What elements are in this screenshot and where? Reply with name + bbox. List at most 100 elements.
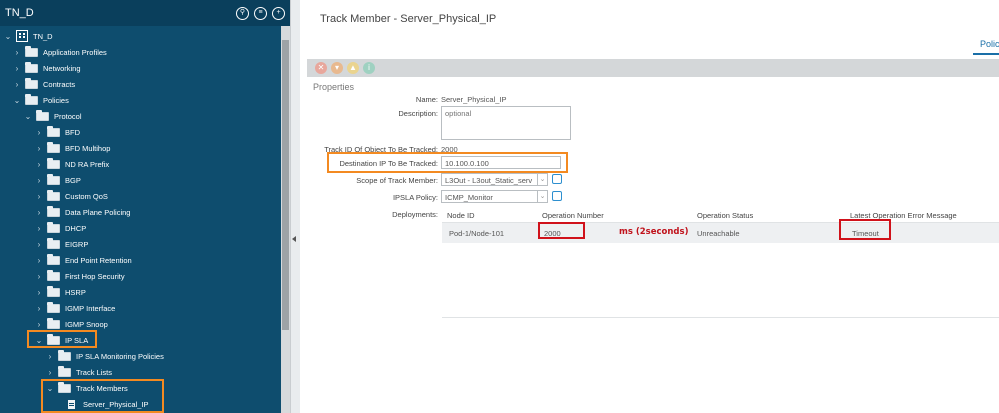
operation-number-highlight xyxy=(538,222,585,239)
folder-icon xyxy=(25,77,38,89)
close-icon[interactable]: ✕ xyxy=(315,62,327,74)
tree-item-dhcp[interactable]: › DHCP xyxy=(35,221,86,235)
folder-icon xyxy=(47,205,60,217)
chevron-right-icon[interactable]: › xyxy=(35,208,43,217)
notification-icon[interactable]: ⚲ xyxy=(236,7,249,20)
chevron-right-icon[interactable]: › xyxy=(35,192,43,201)
chevron-right-icon[interactable]: › xyxy=(35,256,43,265)
deployments-label: Deployments: xyxy=(392,210,438,219)
table-bottom-divider xyxy=(442,317,999,318)
tree-item-label: Contracts xyxy=(43,79,76,89)
ipsla-policy-select[interactable]: ICMP_Monitor xyxy=(441,190,538,203)
chevron-right-icon[interactable]: › xyxy=(35,272,43,281)
tree-item-eigrp[interactable]: › EIGRP xyxy=(35,237,88,251)
chevron-down-icon[interactable]: ⌄ xyxy=(4,32,12,41)
name-label: Name: xyxy=(415,95,438,104)
tree-item-label: HSRP xyxy=(65,287,86,297)
folder-icon xyxy=(47,141,60,153)
tree-item-data-plane-policing[interactable]: › Data Plane Policing xyxy=(35,205,130,219)
chevron-right-icon[interactable]: › xyxy=(35,240,43,249)
folder-icon xyxy=(47,221,60,233)
tree-item-end-point-retention[interactable]: › End Point Retention xyxy=(35,253,132,267)
tree-item-label: TN_D xyxy=(33,31,53,41)
folder-icon xyxy=(47,237,60,249)
properties-section-title: Properties xyxy=(313,82,355,92)
tree-item-label: Data Plane Policing xyxy=(65,207,131,217)
warning-icon[interactable]: ▲ xyxy=(347,62,359,74)
tree-item-bgp[interactable]: › BGP xyxy=(35,173,81,187)
chevron-right-icon[interactable]: › xyxy=(35,224,43,233)
tree-item-igmp-snoop[interactable]: › IGMP Snoop xyxy=(35,317,108,331)
tree-item-contracts[interactable]: › Contracts xyxy=(13,77,75,91)
tree-item-bfd[interactable]: › BFD xyxy=(35,125,80,139)
folder-icon xyxy=(58,349,71,361)
tree-item-application-profiles[interactable]: › Application Profiles xyxy=(13,45,107,59)
folder-icon xyxy=(47,157,60,169)
tree-item-label: Custom QoS xyxy=(65,191,108,201)
tree-item-hsrp[interactable]: › HSRP xyxy=(35,285,86,299)
add-icon[interactable]: + xyxy=(272,7,285,20)
tree-item-ip-sla-monitoring-policies[interactable]: › IP SLA Monitoring Policies xyxy=(46,349,164,363)
list-icon[interactable]: ≡ xyxy=(254,7,267,20)
folder-icon xyxy=(25,61,38,73)
tree-item-label: BFD xyxy=(65,127,80,137)
tab-policy[interactable]: Polic xyxy=(980,39,999,49)
chevron-down-icon[interactable]: ⌄ xyxy=(538,190,548,203)
chevron-down-icon[interactable]: ⌄ xyxy=(13,96,21,105)
tree-item-tn-d[interactable]: ⌄ TN_D xyxy=(4,29,53,43)
ip-sla-highlight xyxy=(27,330,97,348)
page-title: Track Member - Server_Physical_IP xyxy=(320,13,497,25)
column-header-operation-number[interactable]: Operation Number xyxy=(542,211,604,220)
external-link-icon[interactable] xyxy=(552,191,562,201)
chevron-right-icon[interactable]: › xyxy=(13,48,21,57)
tree-item-igmp-interface[interactable]: › IGMP Interface xyxy=(35,301,115,315)
chevron-right-icon[interactable]: › xyxy=(35,144,43,153)
chevron-right-icon[interactable]: › xyxy=(35,128,43,137)
folder-icon xyxy=(47,173,60,185)
toolbar: ✕ ▾ ▲ i xyxy=(307,59,999,77)
folder-icon xyxy=(47,285,60,297)
scope-select[interactable]: L3Out - L3out_Static_serv xyxy=(441,173,538,186)
tree-item-bfd-multihop[interactable]: › BFD Multihop xyxy=(35,141,110,155)
tree-item-track-lists[interactable]: › Track Lists xyxy=(46,365,112,379)
chevron-right-icon[interactable]: › xyxy=(35,320,43,329)
tree-item-label: IP SLA Monitoring Policies xyxy=(76,351,164,361)
error-message-highlight xyxy=(839,219,891,240)
tree-item-label: End Point Retention xyxy=(65,255,132,265)
tree-item-protocol[interactable]: ⌄ Protocol xyxy=(24,109,82,123)
description-field[interactable] xyxy=(441,106,571,140)
chevron-right-icon[interactable]: › xyxy=(35,288,43,297)
scrollbar-thumb[interactable] xyxy=(282,40,289,330)
tree-item-label: IGMP Snoop xyxy=(65,319,108,329)
info-icon[interactable]: i xyxy=(363,62,375,74)
tree-item-policies[interactable]: ⌄ Policies xyxy=(13,93,69,107)
chevron-right-icon[interactable]: › xyxy=(13,80,21,89)
tree-item-label: Protocol xyxy=(54,111,82,121)
tree-item-first-hop-security[interactable]: › First Hop Security xyxy=(35,269,125,283)
chevron-right-icon[interactable]: › xyxy=(35,160,43,169)
column-header-node-id[interactable]: Node ID xyxy=(447,211,475,220)
tenant-icon xyxy=(16,30,28,42)
panel-splitter[interactable] xyxy=(290,0,300,413)
tree-item-nd-ra-prefix[interactable]: › ND RA Prefix xyxy=(35,157,109,171)
collapse-arrow-icon[interactable] xyxy=(292,236,296,242)
chevron-right-icon[interactable]: › xyxy=(35,304,43,313)
tree-item-label: ND RA Prefix xyxy=(65,159,110,169)
chevron-right-icon[interactable]: › xyxy=(46,352,54,361)
cell-operation-status: Unreachable xyxy=(697,229,740,238)
folder-icon xyxy=(47,269,60,281)
tree-item-label: EIGRP xyxy=(65,239,89,249)
chevron-down-icon[interactable]: ⌄ xyxy=(24,112,32,121)
folder-icon xyxy=(25,45,38,57)
column-header-operation-status[interactable]: Operation Status xyxy=(697,211,753,220)
chevron-right-icon[interactable]: › xyxy=(13,64,21,73)
tree-scrollbar[interactable] xyxy=(281,26,290,413)
chevron-down-icon[interactable]: ⌄ xyxy=(538,173,548,186)
external-link-icon[interactable] xyxy=(552,174,562,184)
chevron-right-icon[interactable]: › xyxy=(46,368,54,377)
tree-item-custom-qos[interactable]: › Custom QoS xyxy=(35,189,108,203)
down-icon[interactable]: ▾ xyxy=(331,62,343,74)
chevron-right-icon[interactable]: › xyxy=(35,176,43,185)
tree-item-networking[interactable]: › Networking xyxy=(13,61,81,75)
ipsla-policy-label: IPSLA Policy: xyxy=(392,193,438,202)
